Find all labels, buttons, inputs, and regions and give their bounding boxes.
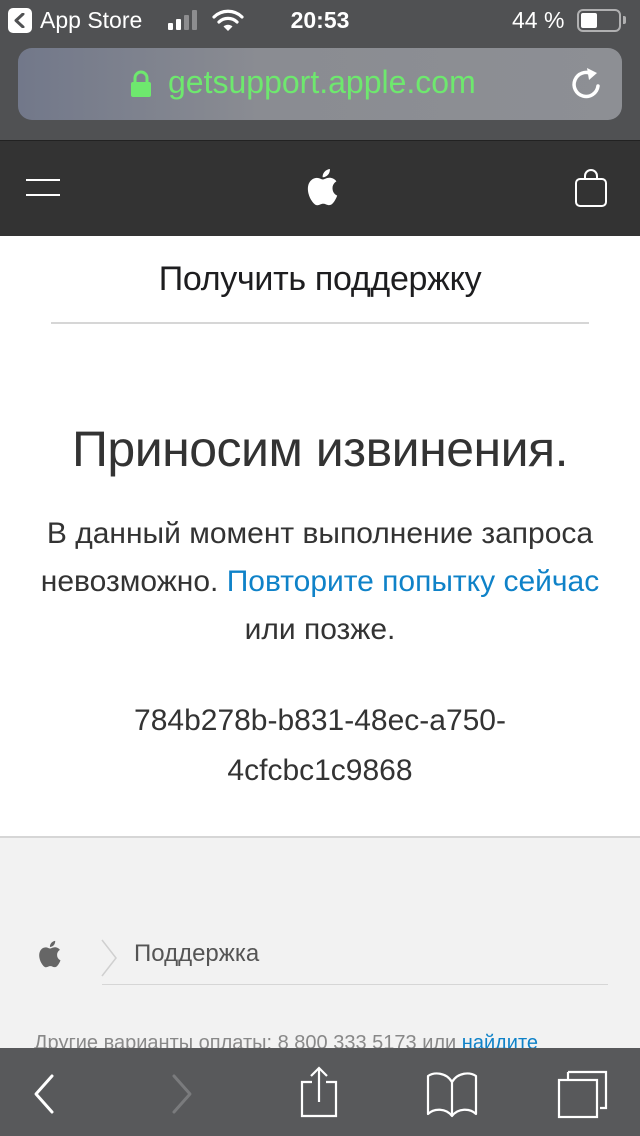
request-id-line-2: 4cfcbc1c9868	[227, 754, 413, 787]
main-content: Получить поддержку Приносим извинения. В…	[0, 236, 640, 836]
page-title: Получить поддержку	[158, 260, 482, 298]
apple-logo-icon[interactable]	[301, 165, 339, 214]
back-icon[interactable]	[30, 1064, 58, 1125]
shopping-bag-icon[interactable]	[573, 167, 609, 214]
title-divider	[51, 322, 589, 324]
message-suffix: или позже.	[244, 613, 396, 646]
battery-icon	[577, 9, 621, 32]
address-bar[interactable]: getsupport.apple.com	[18, 48, 622, 120]
request-id-line-1: 784b278b-b831-48ec-a750-	[134, 704, 506, 737]
lock-icon	[130, 70, 152, 103]
breadcrumb-support[interactable]: Поддержка	[134, 940, 259, 968]
error-message: В данный момент выполнение запроса невоз…	[40, 510, 600, 654]
safari-toolbar	[0, 1048, 640, 1136]
breadcrumb-divider	[102, 984, 608, 985]
error-heading: Приносим извинения.	[71, 421, 569, 477]
breadcrumb-chevron-icon	[100, 938, 118, 983]
url-domain[interactable]: getsupport.apple.com	[168, 64, 476, 101]
retry-link[interactable]: Повторите попытку сейчас	[227, 565, 600, 598]
battery-percentage: 44 %	[512, 7, 565, 33]
status-bar: App Store 20:53 44 %	[0, 0, 640, 42]
share-icon[interactable]	[296, 1064, 344, 1125]
battery-tip	[623, 16, 626, 24]
tabs-icon[interactable]	[556, 1064, 612, 1125]
battery-level	[581, 13, 597, 28]
request-id: 784b278b-b831-48ec-a750- 4cfcbc1c9868	[100, 696, 540, 796]
apple-logo-icon[interactable]	[34, 938, 62, 975]
hamburger-icon[interactable]	[26, 177, 66, 201]
reload-icon[interactable]	[568, 66, 604, 107]
apple-global-nav	[0, 140, 640, 236]
bookmarks-icon[interactable]	[424, 1064, 480, 1125]
safari-top-chrome: App Store 20:53 44 % getsupport.apple.co…	[0, 0, 640, 140]
forward-icon[interactable]	[168, 1064, 196, 1125]
